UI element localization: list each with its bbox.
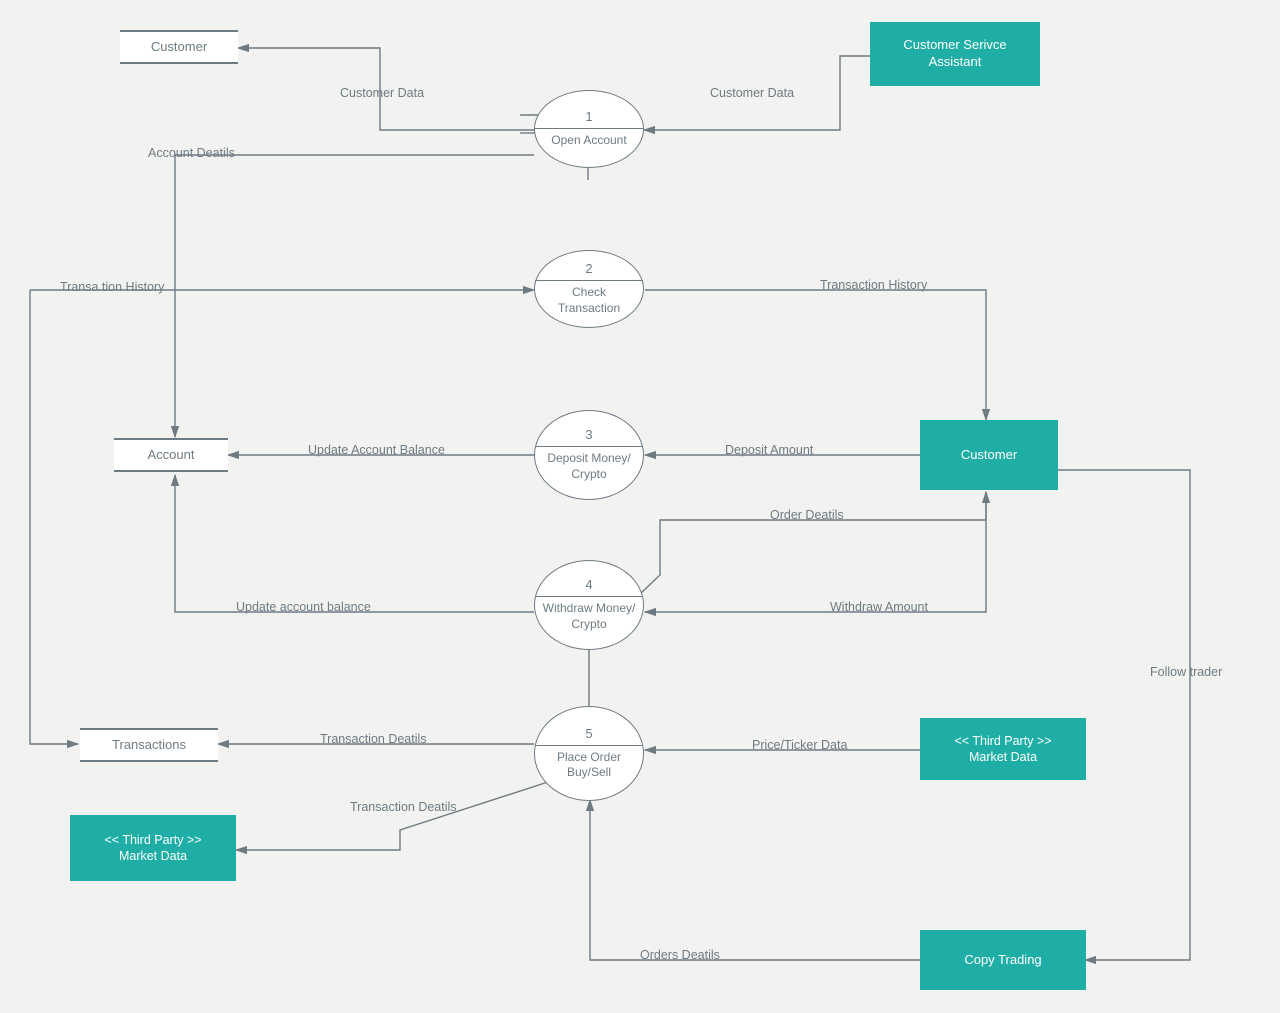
process-3-num: 3 [585,427,592,446]
flow-transaction-details-1: Transaction Deatils [320,732,427,746]
entity-market-data-right: << Third Party >> Market Data [920,718,1086,780]
flow-deposit-amount: Deposit Amount [725,443,813,457]
flow-price-ticker: Price/Ticker Data [752,738,847,752]
flow-orders-details: Orders Deatils [640,948,720,962]
entity-customer-right-label: Customer [961,447,1017,464]
market-data-left-line1: << Third Party >> [104,832,201,848]
process-1-num: 1 [585,109,592,128]
process-2-label: Check Transaction [535,281,643,316]
flow-update-balance-2: Update account balance [236,600,371,614]
process-check-transaction: 2 Check Transaction [534,250,644,328]
process-3-label: Deposit Money/ Crypto [541,447,636,482]
datastore-transactions: Transactions [80,728,218,762]
process-4-label: Withdraw Money/ Crypto [537,597,642,632]
process-1-label: Open Account [545,129,632,149]
process-open-account: 1 Open Account [534,90,644,168]
flow-follow-trader: Follow trader [1150,665,1222,679]
entity-customer-top-label: Customer [151,39,207,56]
entity-copy-trading: Copy Trading [920,930,1086,990]
process-4-num: 4 [585,577,592,596]
flow-transaction-history-left: Transa tion History [60,280,164,294]
process-place-order: 5 Place Order Buy/Sell [534,706,644,801]
datastore-account: Account [114,438,228,472]
dfd-canvas: Customer Customer Serivce Assistant 1 Op… [0,0,1280,1013]
flow-customer-data-2: Customer Data [710,86,794,100]
flow-customer-data-1: Customer Data [340,86,424,100]
flow-transaction-history-right: Transaction History [820,278,927,292]
flow-account-details: Account Deatils [148,146,235,160]
process-deposit: 3 Deposit Money/ Crypto [534,410,644,500]
entity-copy-trading-label: Copy Trading [964,952,1041,969]
entity-csa-label: Customer Serivce Assistant [880,37,1030,71]
market-data-right-line2: Market Data [969,749,1037,765]
flow-transaction-details-2: Transaction Deatils [350,800,457,814]
flow-withdraw-amount: Withdraw Amount [830,600,928,614]
entity-market-data-left: << Third Party >> Market Data [70,815,236,881]
datastore-account-label: Account [148,447,195,464]
market-data-left-line2: Market Data [119,848,187,864]
entity-csa: Customer Serivce Assistant [870,22,1040,86]
process-2-num: 2 [585,261,592,280]
datastore-transactions-label: Transactions [112,737,186,754]
process-5-label: Place Order Buy/Sell [551,746,627,781]
entity-customer-top: Customer [120,30,238,64]
process-5-num: 5 [585,726,592,745]
flow-update-balance-1: Update Account Balance [308,443,445,457]
entity-customer-right: Customer [920,420,1058,490]
process-withdraw: 4 Withdraw Money/ Crypto [534,560,644,650]
market-data-right-line1: << Third Party >> [954,733,1051,749]
flow-order-details: Order Deatils [770,508,844,522]
